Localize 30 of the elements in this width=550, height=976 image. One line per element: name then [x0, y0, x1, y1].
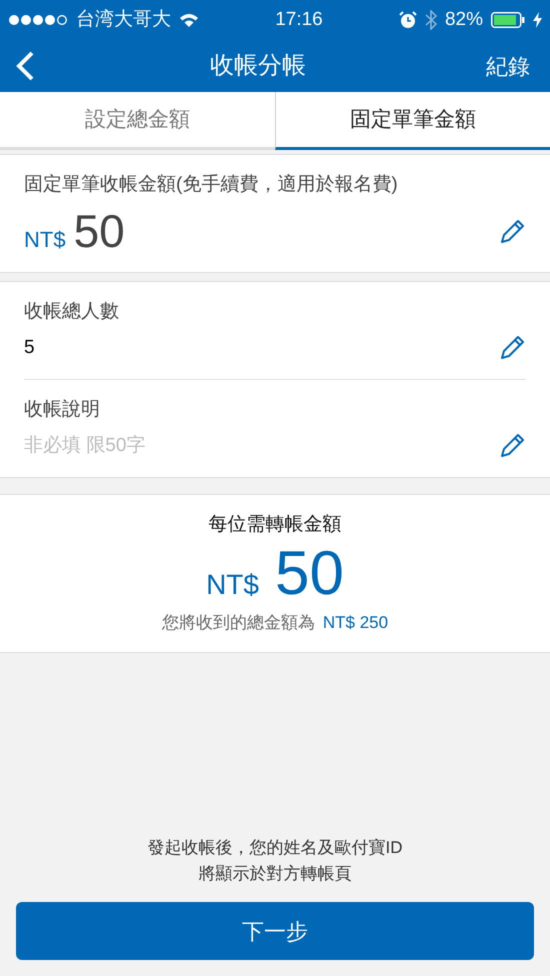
battery-icon [490, 12, 525, 28]
total-amount: NT$ 250 [322, 612, 388, 634]
input-field[interactable]: 5 [24, 334, 324, 362]
wifi-icon [179, 12, 199, 28]
charging-icon [532, 12, 542, 28]
field-label: 收帳說明 [24, 398, 101, 422]
alarm-clock-icon [398, 11, 417, 29]
carrier-name: 台湾大哥大 [76, 8, 171, 32]
amount-value: 50 [274, 543, 344, 605]
signal-icon [8, 14, 68, 26]
field-label: 固定單筆收帳金額(免手續費，適用於報名費) [24, 173, 399, 197]
amount-value[interactable]: 50 [74, 208, 125, 254]
page-title: 收帳分帳 [210, 51, 306, 81]
notice-text: 發起收帳後，您的姓名及歐付寶ID [148, 837, 402, 859]
bluetooth-icon [424, 10, 437, 30]
summary-title: 每位需轉帳金額 [208, 512, 342, 536]
notice-text: 將顯示於對方轉帳頁 [198, 862, 352, 884]
clock-time: 17:16 [275, 8, 323, 32]
tab[interactable]: 固定單筆金額 [274, 92, 550, 150]
currency-label: NT$ [24, 226, 66, 254]
next-button[interactable]: 下一步 [16, 902, 534, 960]
history-button[interactable]: 紀錄 [480, 48, 536, 84]
input-field[interactable]: 非必填 限50字 [24, 432, 324, 460]
field-label: 收帳總人數 [24, 300, 120, 324]
currency-label: NT$ [206, 568, 259, 602]
total-label: 您將收到的總金額為 [162, 612, 315, 634]
battery-percent: 82% [444, 8, 483, 32]
back-button[interactable] [14, 50, 36, 82]
edit-icon[interactable] [498, 218, 526, 246]
tab[interactable]: 設定總金額 [0, 92, 274, 150]
